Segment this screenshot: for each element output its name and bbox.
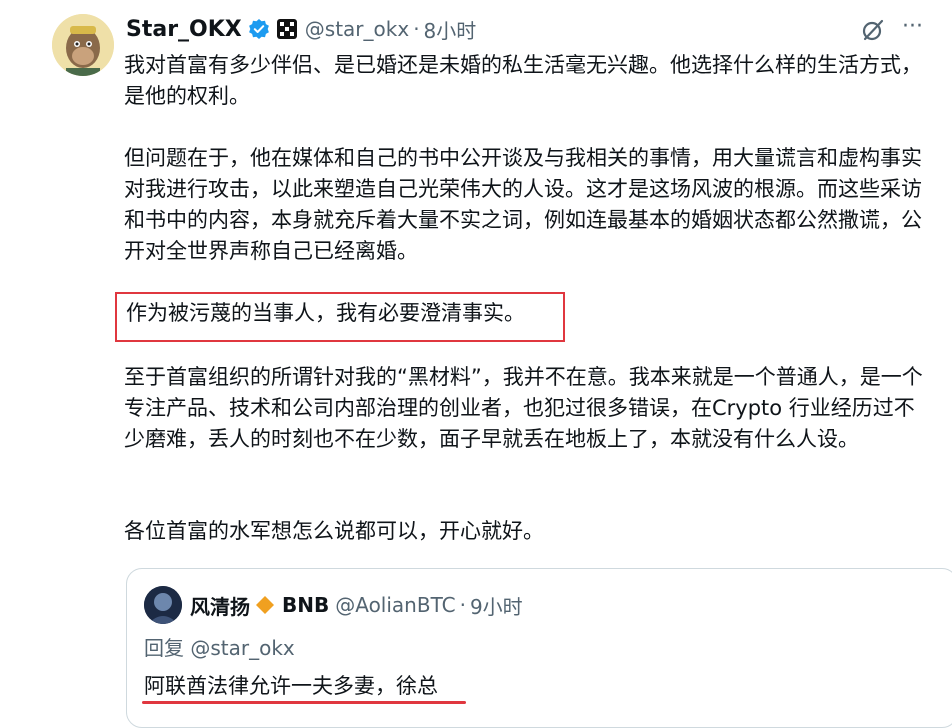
quoted-author-handle[interactable]: @AolianBTC bbox=[335, 593, 455, 617]
author-avatar[interactable] bbox=[52, 14, 114, 76]
ape-avatar-image bbox=[52, 14, 114, 76]
tweet-paragraph-2: 但问题在于，他在媒体和自己的书中公开谈及与我相关的事情，用大量谎言和虚构事实对我… bbox=[124, 146, 922, 263]
grok-icon[interactable] bbox=[860, 17, 886, 43]
tweet-paragraph-1: 我对首富有多少伴侣、是已婚还是未婚的私生活毫无兴趣。他选择什么样的生活方式，是他… bbox=[124, 53, 922, 108]
more-icon[interactable]: ··· bbox=[902, 14, 923, 40]
quoted-tweet-header: 风清扬 BNB @AolianBTC · 9小时 bbox=[190, 590, 523, 620]
diamond-icon bbox=[256, 596, 274, 614]
author-handle[interactable]: @star_okx bbox=[305, 17, 409, 41]
quoted-timestamp[interactable]: 9小时 bbox=[470, 591, 523, 620]
tweet-paragraph-4: 至于首富组织的所谓针对我的“黑材料”，我并不在意。我本来就是一个普通人，是一个专… bbox=[124, 365, 923, 451]
quoted-author-avatar[interactable] bbox=[144, 586, 182, 624]
tweet-header: Star_OKX @star_okx · 8小时 bbox=[126, 14, 476, 44]
okx-logo-icon[interactable] bbox=[276, 19, 297, 39]
red-underline bbox=[142, 701, 466, 704]
quoted-author-name[interactable]: 风清扬 bbox=[190, 591, 250, 620]
quoted-avatar-image bbox=[144, 586, 182, 624]
tweet-paragraph-5: 各位首富的水军想怎么说都可以，开心就好。 bbox=[124, 519, 544, 543]
tweet-timestamp[interactable]: 8小时 bbox=[424, 15, 477, 44]
verified-badge-icon bbox=[248, 19, 269, 39]
separator-dot: · bbox=[413, 17, 420, 41]
quoted-author-tag: BNB bbox=[282, 593, 330, 617]
author-name[interactable]: Star_OKX bbox=[126, 17, 242, 42]
quoted-reply-to[interactable]: 回复 @star_okx bbox=[144, 632, 295, 661]
quoted-tweet-text: 阿联酋法律允许一夫多妻，徐总 bbox=[144, 674, 438, 698]
tweet-paragraph-3: 作为被污蔑的当事人，我有必要澄清事实。 bbox=[126, 301, 525, 325]
separator-dot: · bbox=[459, 593, 466, 617]
